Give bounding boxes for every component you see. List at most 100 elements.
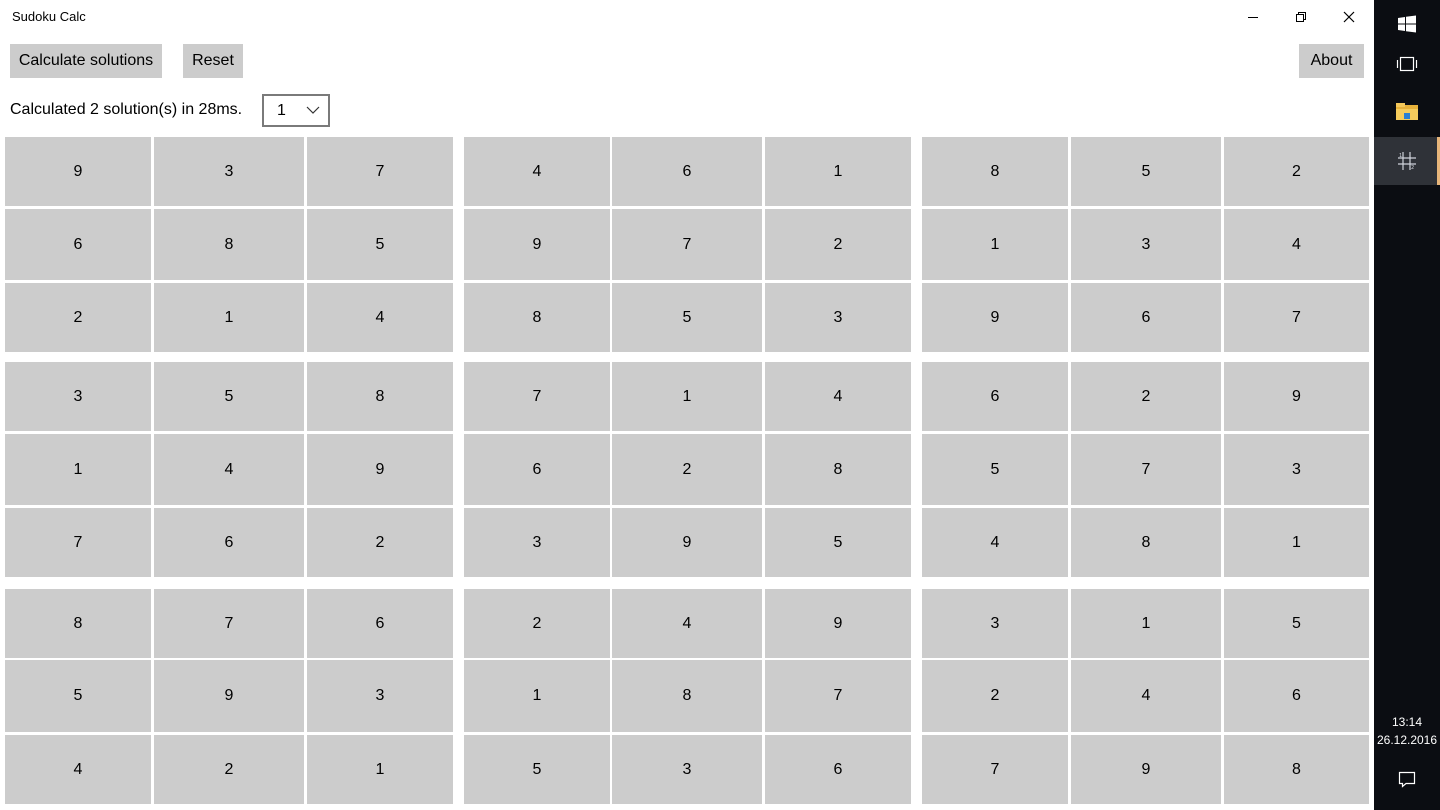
grid-cell[interactable]: 6 bbox=[5, 209, 151, 280]
grid-cell[interactable]: 6 bbox=[154, 508, 304, 577]
grid-cell[interactable]: 2 bbox=[765, 209, 911, 280]
grid-cell[interactable]: 6 bbox=[1071, 283, 1221, 352]
grid-cell[interactable]: 2 bbox=[612, 434, 762, 505]
grid-cell[interactable]: 4 bbox=[1071, 660, 1221, 732]
sudoku-app-taskbar-button[interactable]: 1 2 bbox=[1374, 137, 1440, 185]
grid-cell[interactable]: 1 bbox=[1224, 508, 1369, 577]
solution-dropdown-value: 1 bbox=[277, 102, 286, 119]
action-center-icon bbox=[1398, 771, 1416, 788]
grid-cell[interactable]: 6 bbox=[765, 735, 911, 804]
grid-cell[interactable]: 9 bbox=[922, 283, 1068, 352]
grid-cell[interactable]: 4 bbox=[307, 283, 453, 352]
close-button[interactable] bbox=[1326, 0, 1372, 34]
action-center-button[interactable] bbox=[1374, 755, 1440, 803]
grid-cell[interactable]: 3 bbox=[612, 735, 762, 804]
grid-cell[interactable]: 8 bbox=[922, 137, 1068, 206]
grid-cell[interactable]: 9 bbox=[612, 508, 762, 577]
grid-cell[interactable]: 3 bbox=[922, 589, 1068, 658]
grid-cell[interactable]: 8 bbox=[5, 589, 151, 658]
grid-cell[interactable]: 4 bbox=[765, 362, 911, 431]
grid-cell[interactable]: 1 bbox=[765, 137, 911, 206]
grid-cell[interactable]: 3 bbox=[464, 508, 610, 577]
grid-cell[interactable]: 1 bbox=[154, 283, 304, 352]
restore-button[interactable] bbox=[1278, 0, 1324, 34]
grid-cell[interactable]: 9 bbox=[154, 660, 304, 732]
grid-cell[interactable]: 5 bbox=[307, 209, 453, 280]
grid-cell[interactable]: 2 bbox=[922, 660, 1068, 732]
grid-cell[interactable]: 5 bbox=[154, 362, 304, 431]
taskbar-clock[interactable]: 13:14 26.12.2016 bbox=[1374, 713, 1440, 749]
grid-cell[interactable]: 2 bbox=[154, 735, 304, 804]
grid-cell[interactable]: 2 bbox=[464, 589, 610, 658]
grid-cell[interactable]: 4 bbox=[612, 589, 762, 658]
grid-cell[interactable]: 9 bbox=[765, 589, 911, 658]
grid-cell[interactable]: 1 bbox=[922, 209, 1068, 280]
about-button[interactable]: About bbox=[1299, 44, 1364, 78]
grid-cell[interactable]: 4 bbox=[5, 735, 151, 804]
grid-cell[interactable]: 9 bbox=[1071, 735, 1221, 804]
app-window: Sudoku Calc Calculate solutions Reset Ab… bbox=[0, 0, 1374, 810]
grid-cell[interactable]: 8 bbox=[1071, 508, 1221, 577]
grid-cell[interactable]: 9 bbox=[307, 434, 453, 505]
grid-cell[interactable]: 2 bbox=[1071, 362, 1221, 431]
grid-cell[interactable]: 3 bbox=[1071, 209, 1221, 280]
grid-cell[interactable]: 5 bbox=[1071, 137, 1221, 206]
grid-cell[interactable]: 8 bbox=[154, 209, 304, 280]
grid-cell[interactable]: 7 bbox=[1224, 283, 1369, 352]
grid-cell[interactable]: 3 bbox=[154, 137, 304, 206]
grid-cell[interactable]: 6 bbox=[612, 137, 762, 206]
grid-cell[interactable]: 7 bbox=[154, 589, 304, 658]
grid-cell[interactable]: 1 bbox=[5, 434, 151, 505]
grid-cell[interactable]: 7 bbox=[1071, 434, 1221, 505]
svg-text:1: 1 bbox=[1399, 153, 1402, 159]
grid-cell[interactable]: 1 bbox=[612, 362, 762, 431]
grid-cell[interactable]: 5 bbox=[612, 283, 762, 352]
grid-cell[interactable]: 8 bbox=[464, 283, 610, 352]
grid-cell[interactable]: 8 bbox=[612, 660, 762, 732]
grid-cell[interactable]: 6 bbox=[1224, 660, 1369, 732]
solution-dropdown[interactable]: 1 bbox=[262, 94, 330, 127]
grid-cell[interactable]: 4 bbox=[922, 508, 1068, 577]
grid-cell[interactable]: 7 bbox=[612, 209, 762, 280]
grid-cell[interactable]: 9 bbox=[1224, 362, 1369, 431]
grid-cell[interactable]: 7 bbox=[464, 362, 610, 431]
grid-cell[interactable]: 4 bbox=[1224, 209, 1369, 280]
grid-cell[interactable]: 3 bbox=[1224, 434, 1369, 505]
grid-cell[interactable]: 1 bbox=[307, 735, 453, 804]
calculate-solutions-button[interactable]: Calculate solutions bbox=[10, 44, 162, 78]
minimize-button[interactable] bbox=[1230, 0, 1276, 34]
grid-cell[interactable]: 5 bbox=[464, 735, 610, 804]
grid-cell[interactable]: 5 bbox=[5, 660, 151, 732]
grid-cell[interactable]: 5 bbox=[922, 434, 1068, 505]
grid-cell[interactable]: 4 bbox=[464, 137, 610, 206]
grid-cell[interactable]: 7 bbox=[307, 137, 453, 206]
grid-cell[interactable]: 9 bbox=[464, 209, 610, 280]
grid-cell[interactable]: 5 bbox=[765, 508, 911, 577]
grid-cell[interactable]: 7 bbox=[922, 735, 1068, 804]
file-explorer-button[interactable] bbox=[1374, 88, 1440, 136]
grid-cell[interactable]: 3 bbox=[5, 362, 151, 431]
chevron-down-icon bbox=[306, 106, 320, 114]
grid-cell[interactable]: 1 bbox=[1071, 589, 1221, 658]
task-view-button[interactable] bbox=[1374, 40, 1440, 88]
grid-cell[interactable]: 6 bbox=[464, 434, 610, 505]
grid-cell[interactable]: 8 bbox=[307, 362, 453, 431]
grid-cell[interactable]: 7 bbox=[765, 660, 911, 732]
grid-cell[interactable]: 1 bbox=[464, 660, 610, 732]
grid-cell[interactable]: 9 bbox=[5, 137, 151, 206]
reset-button[interactable]: Reset bbox=[183, 44, 243, 78]
grid-cell[interactable]: 8 bbox=[765, 434, 911, 505]
grid-cell[interactable]: 4 bbox=[154, 434, 304, 505]
sudoku-grid: 9374618526859721342148539673587146291496… bbox=[0, 137, 1374, 810]
grid-cell[interactable]: 3 bbox=[307, 660, 453, 732]
grid-cell[interactable]: 7 bbox=[5, 508, 151, 577]
grid-cell[interactable]: 2 bbox=[307, 508, 453, 577]
grid-cell[interactable]: 6 bbox=[307, 589, 453, 658]
grid-cell[interactable]: 8 bbox=[1224, 735, 1369, 804]
grid-cell[interactable]: 5 bbox=[1224, 589, 1369, 658]
grid-cell[interactable]: 3 bbox=[765, 283, 911, 352]
grid-cell[interactable]: 6 bbox=[922, 362, 1068, 431]
taskbar: 1 2 13:14 26.12.2016 bbox=[1374, 0, 1440, 810]
grid-cell[interactable]: 2 bbox=[5, 283, 151, 352]
grid-cell[interactable]: 2 bbox=[1224, 137, 1369, 206]
